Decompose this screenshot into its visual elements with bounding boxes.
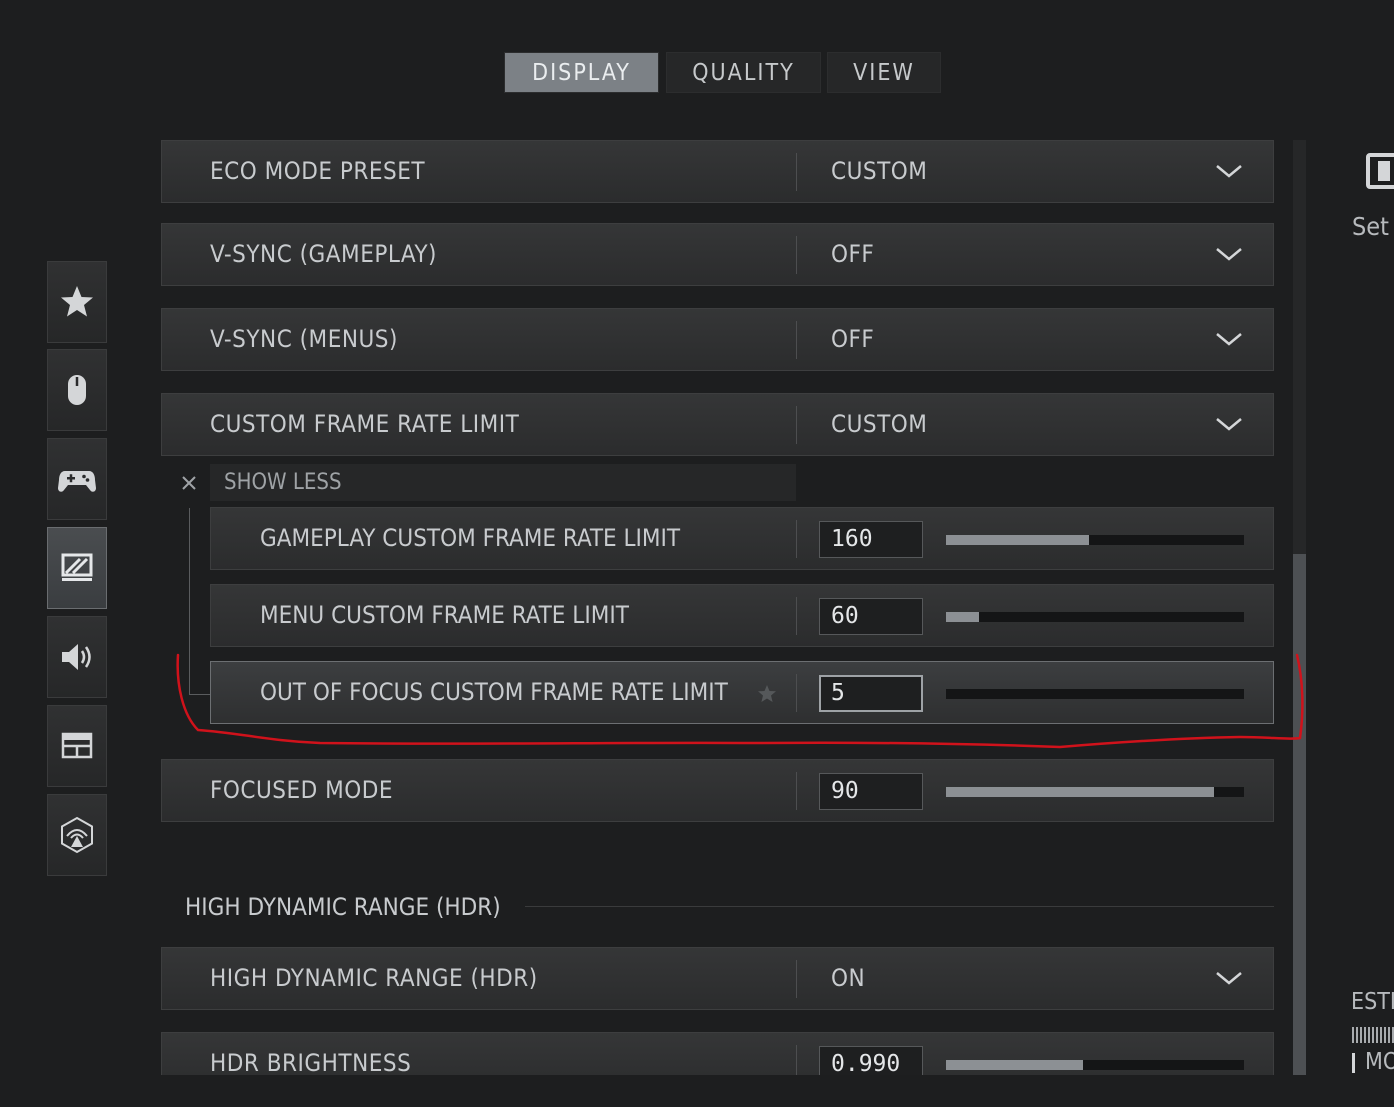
setting-menu-custom-frame-rate-limit: MENU CUSTOM FRAME RATE LIMIT 60 (210, 584, 1274, 647)
right-panel-estimate-label: ESTI (1351, 989, 1394, 1015)
chevron-down-icon (1216, 972, 1242, 985)
controller-icon (58, 471, 96, 492)
sidebar-item-favorites[interactable] (47, 261, 107, 343)
tree-connector-line (189, 508, 190, 694)
star-icon (61, 286, 93, 317)
divider (796, 772, 797, 810)
setting-custom-frame-rate-limit[interactable]: CUSTOM FRAME RATE LIMIT CUSTOM (161, 393, 1274, 456)
setting-vsync-menus[interactable]: V-SYNC (MENUS) OFF (161, 308, 1274, 371)
chevron-down-icon (1216, 248, 1242, 261)
divider (796, 960, 797, 998)
chevron-down-icon (1216, 165, 1242, 178)
right-panel-text: Set (1352, 212, 1389, 241)
value-input[interactable]: 5 (819, 675, 923, 712)
speaker-icon (62, 644, 91, 670)
favorite-star-icon[interactable] (757, 684, 777, 704)
divider (796, 406, 797, 444)
setting-label: V-SYNC (GAMEPLAY) (210, 240, 437, 268)
divider (796, 153, 797, 191)
divider (796, 674, 797, 712)
tree-connector-branch (189, 694, 210, 695)
setting-label: MENU CUSTOM FRAME RATE LIMIT (260, 601, 629, 629)
sidebar-item-audio[interactable] (47, 616, 107, 698)
legend-bar (1352, 1053, 1355, 1073)
divider (796, 520, 797, 558)
slider-track[interactable] (946, 612, 1244, 622)
slider-track[interactable] (946, 1060, 1244, 1070)
slider-fill (946, 787, 1215, 797)
dropdown-value: OFF (831, 240, 875, 268)
setting-focused-mode: FOCUSED MODE 90 (161, 759, 1274, 822)
chevron-down-icon (1216, 333, 1242, 346)
setting-out-of-focus-custom-frame-rate-limit: OUT OF FOCUS CUSTOM FRAME RATE LIMIT 5 (210, 661, 1274, 724)
slider-track[interactable] (946, 535, 1244, 545)
divider (796, 1045, 797, 1075)
dropdown-value: CUSTOM (831, 410, 928, 438)
right-panel-legend-text: MO (1365, 1049, 1394, 1075)
slider-fill (946, 612, 979, 622)
setting-label: GAMEPLAY CUSTOM FRAME RATE LIMIT (260, 524, 681, 552)
sidebar-item-interface[interactable] (47, 705, 107, 787)
setting-label: HIGH DYNAMIC RANGE (HDR) (210, 964, 538, 992)
section-divider (525, 906, 1274, 907)
setting-hdr-brightness: HDR BRIGHTNESS 0.990 (161, 1032, 1274, 1075)
setting-label: V-SYNC (MENUS) (210, 325, 398, 353)
scrollbar-thumb[interactable] (1293, 554, 1306, 1075)
section-title-hdr: HIGH DYNAMIC RANGE (HDR) (185, 893, 501, 921)
panel-icon (1366, 153, 1394, 189)
dropdown-value: OFF (831, 325, 875, 353)
setting-label: HDR BRIGHTNESS (210, 1049, 412, 1075)
setting-vsync-gameplay[interactable]: V-SYNC (GAMEPLAY) OFF (161, 223, 1274, 286)
divider (796, 321, 797, 359)
show-less-button[interactable]: SHOW LESS (210, 464, 796, 501)
dropdown-value: CUSTOM (831, 157, 928, 185)
sidebar-item-network[interactable] (47, 794, 107, 876)
setting-hdr[interactable]: HIGH DYNAMIC RANGE (HDR) ON (161, 947, 1274, 1010)
slider-fill (946, 535, 1090, 545)
value-input[interactable]: 0.990 (819, 1046, 923, 1075)
setting-label: FOCUSED MODE (210, 776, 394, 804)
chevron-down-icon (1216, 418, 1242, 431)
usage-meter (1352, 1027, 1394, 1043)
setting-eco-mode-preset[interactable]: ECO MODE PRESET CUSTOM (161, 140, 1274, 203)
network-icon (61, 816, 93, 854)
sidebar-item-graphics[interactable] (47, 527, 107, 609)
divider (796, 597, 797, 635)
tab-view[interactable]: VIEW (827, 52, 941, 93)
display-icon (61, 553, 93, 581)
setting-gameplay-custom-frame-rate-limit: GAMEPLAY CUSTOM FRAME RATE LIMIT 160 (210, 507, 1274, 570)
slider-fill (946, 1060, 1084, 1070)
interface-icon (61, 732, 93, 759)
show-less-label: SHOW LESS (224, 470, 342, 495)
tab-quality[interactable]: QUALITY (666, 52, 821, 93)
mouse-icon (68, 375, 86, 405)
setting-label: OUT OF FOCUS CUSTOM FRAME RATE LIMIT (260, 678, 728, 706)
dropdown-value: ON (831, 964, 866, 992)
setting-label: ECO MODE PRESET (210, 157, 426, 185)
value-input[interactable]: 60 (819, 598, 923, 635)
slider-track[interactable] (946, 689, 1244, 699)
tab-display[interactable]: DISPLAY (504, 52, 659, 93)
setting-label: CUSTOM FRAME RATE LIMIT (210, 410, 520, 438)
close-icon[interactable] (180, 474, 198, 492)
value-input[interactable]: 90 (819, 773, 923, 810)
sidebar-item-controller[interactable] (47, 438, 107, 520)
sidebar-item-mouse[interactable] (47, 349, 107, 431)
divider (796, 236, 797, 274)
slider-track[interactable] (946, 787, 1244, 797)
value-input[interactable]: 160 (819, 521, 923, 558)
